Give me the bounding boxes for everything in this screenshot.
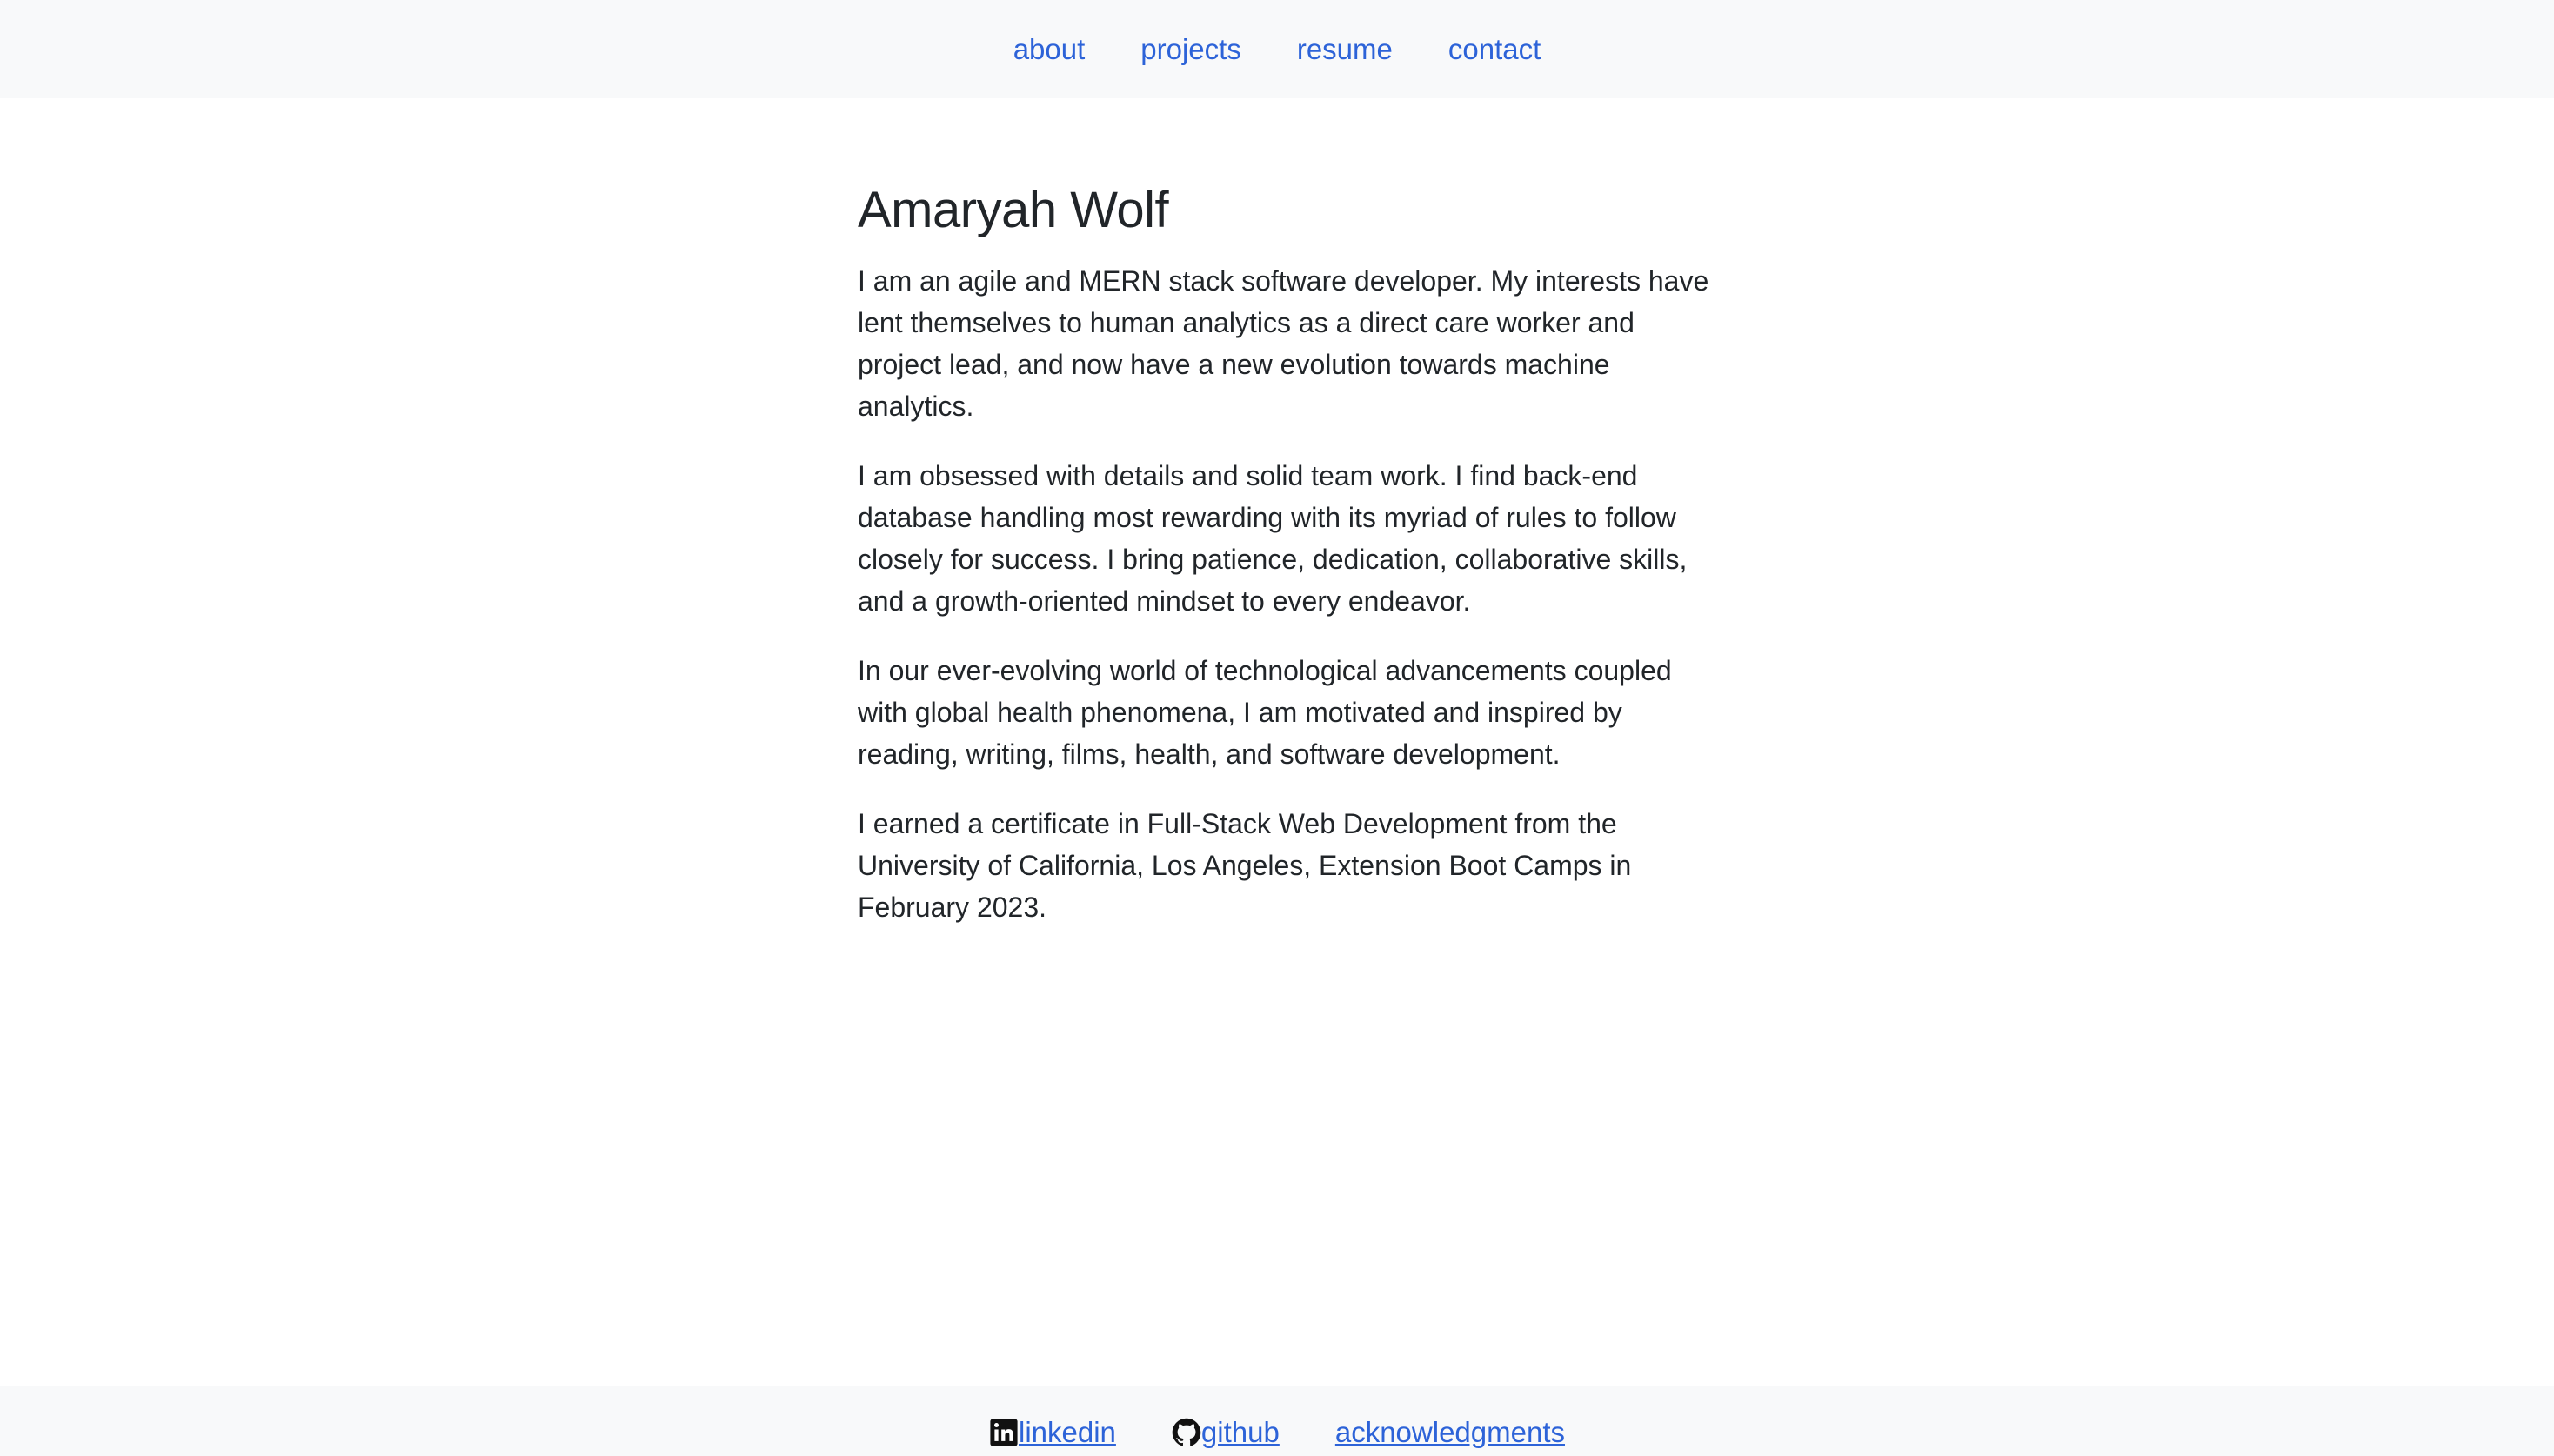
github-icon [1172, 1418, 1201, 1447]
linkedin-link[interactable]: linkedin [989, 1416, 1116, 1449]
bio-paragraph-2: I am obsessed with details and solid tea… [858, 460, 1688, 617]
bio-paragraph-4: I earned a certificate in Full-Stack Web… [858, 808, 1632, 923]
about-section: Amaryah Wolf I am an agile and MERN stac… [858, 174, 1710, 956]
nav-resume-link[interactable]: resume [1297, 35, 1393, 63]
linkedin-label: linkedin [1019, 1416, 1116, 1448]
linkedin-icon [989, 1418, 1019, 1447]
bio-paragraph-1: I am an agile and MERN stack software de… [858, 265, 1709, 422]
nav-about-link[interactable]: about [1013, 35, 1086, 63]
top-navigation: about projects resume contact [0, 0, 2554, 98]
bio-paragraph-3: In our ever-evolving world of technologi… [858, 655, 1672, 770]
github-link[interactable]: github [1172, 1416, 1280, 1449]
github-label: github [1200, 1416, 1280, 1448]
nav-projects-link[interactable]: projects [1140, 35, 1241, 63]
footer: linkedin github acknowledgments [0, 1386, 2554, 1456]
page-title: Amaryah Wolf [858, 182, 1169, 238]
acknowledgments-link[interactable]: acknowledgments [1335, 1416, 1565, 1449]
nav-contact-link[interactable]: contact [1448, 35, 1541, 63]
